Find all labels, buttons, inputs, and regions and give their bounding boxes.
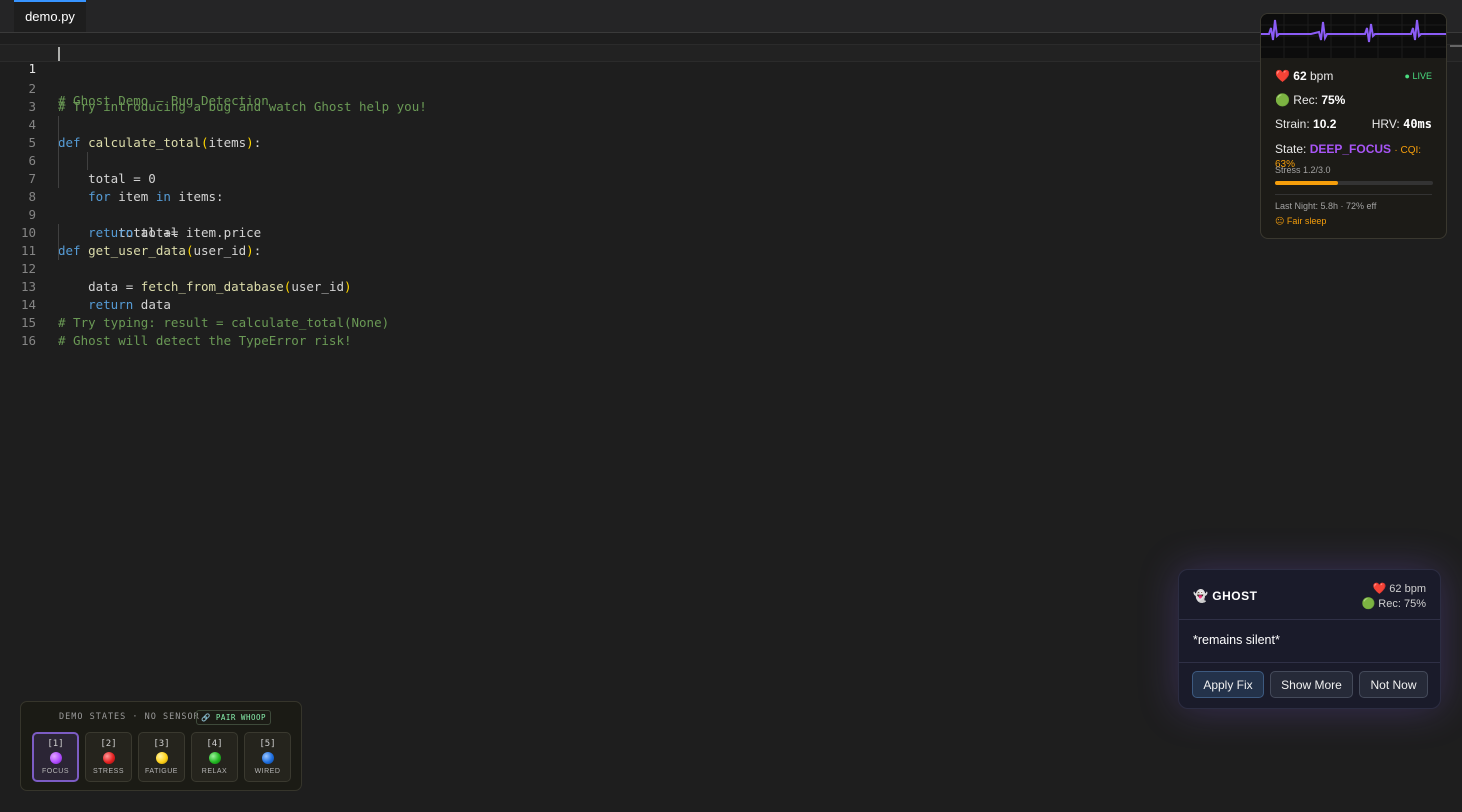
code-text: # Ghost will detect the TypeError risk!	[58, 333, 352, 348]
sleep-quality: Fair sleep	[1286, 216, 1327, 226]
code-line[interactable]: 6 for item in items:	[0, 134, 1462, 204]
state-key: [4]	[206, 739, 223, 749]
bpm-value: 62	[1293, 69, 1307, 83]
state-label: State:	[1275, 142, 1307, 156]
divider	[1179, 662, 1440, 663]
pair-whoop-button[interactable]: 🔗 PAIR WHOOP	[196, 710, 272, 725]
state-fatigue[interactable]: [3] FATIGUE	[138, 732, 185, 782]
green-circle-icon: 🟢	[1361, 598, 1376, 610]
strain-value: 10.2	[1313, 117, 1337, 131]
state-relax[interactable]: [4] RELAX	[191, 732, 238, 782]
indent-guide	[58, 134, 59, 152]
neutral-face-icon: 😐	[1275, 216, 1285, 226]
purple-dot-icon	[50, 752, 62, 764]
recovery-value: 75%	[1321, 93, 1346, 107]
last-night-text: Last Night: 5.8h · 72% eff	[1275, 201, 1377, 211]
state-label: FATIGUE	[145, 768, 178, 775]
code-line[interactable]: 10 def get_user_data(user_id):	[0, 206, 1462, 258]
blue-dot-icon	[262, 752, 274, 764]
state-label: STRESS	[92, 768, 124, 775]
ghost-bpm: 62 bpm	[1389, 583, 1426, 595]
ghost-icon: 👻	[1193, 589, 1209, 603]
code-line[interactable]: 16	[0, 314, 1462, 348]
code-line[interactable]: 15 # Ghost will detect the TypeError ris…	[0, 296, 1462, 348]
apply-fix-button[interactable]: Apply Fix	[1192, 671, 1264, 698]
state-wired[interactable]: [5] WIRED	[244, 732, 291, 782]
indent-guide	[58, 242, 59, 260]
link-icon: 🔗	[201, 713, 211, 722]
stress-bar-fill	[1275, 181, 1339, 185]
code-line[interactable]: 1 # Ghost Demo — Bug Detection	[0, 44, 1462, 108]
not-now-button[interactable]: Not Now	[1359, 671, 1428, 698]
biometrics-panel: ❤️ 62 bpm ● LIVE 🟢 Rec: 75% Strain: 10.2…	[1260, 13, 1447, 239]
green-circle-icon: 🟢	[1275, 93, 1290, 107]
state-key: [3]	[153, 739, 170, 749]
state-label: WIRED	[254, 768, 281, 775]
ghost-rec-row: 🟢 Rec: 75%	[1362, 597, 1426, 612]
code-line[interactable]: 4 def calculate_total(items):	[0, 98, 1462, 150]
ghost-title-row: 👻 GHOST	[1193, 589, 1257, 603]
code-line[interactable]: 14 # Try typing: result = calculate_tota…	[0, 278, 1462, 330]
ghost-rec: Rec: 75%	[1378, 598, 1426, 610]
state-label: FOCUS	[42, 768, 69, 775]
code-line[interactable]: 2 # Try introducing a bug and watch Ghos…	[0, 62, 1462, 114]
indent-guide	[58, 224, 59, 242]
strain-row: Strain: 10.2 HRV: 40ms	[1275, 117, 1432, 131]
indent-guide	[58, 152, 59, 170]
line-number: 16	[20, 333, 36, 348]
demo-header: DEMO STATES · NO SENSOR	[59, 712, 200, 722]
state-value: DEEP_FOCUS	[1309, 142, 1392, 156]
code-line[interactable]: 7 total += item.price	[0, 152, 1462, 240]
demo-states-panel: DEMO STATES · NO SENSOR 🔗 PAIR WHOOP [1]…	[20, 701, 302, 791]
divider	[1179, 619, 1440, 620]
recovery-row: 🟢 Rec: 75%	[1275, 93, 1432, 107]
state-key: [1]	[47, 739, 64, 749]
code-line[interactable]: 12 return data	[0, 242, 1462, 312]
indent-guide	[58, 116, 59, 134]
heart-icon: ❤️	[1275, 69, 1290, 83]
recovery-label: Rec:	[1293, 93, 1318, 107]
hrv-value: 40ms	[1403, 117, 1432, 131]
indent-guide	[58, 170, 59, 188]
code-line[interactable]: 13	[0, 260, 1462, 294]
code-line[interactable]: 3	[0, 80, 1462, 114]
sleep-quality-row: 😐 Fair sleep	[1275, 216, 1432, 227]
ghost-title: GHOST	[1212, 589, 1258, 603]
stress-text: Stress 1.2/3.0	[1275, 165, 1331, 175]
state-label: RELAX	[201, 768, 228, 775]
red-dot-icon	[103, 752, 115, 764]
divider	[1275, 194, 1432, 195]
code-editor[interactable]: 1 # Ghost Demo — Bug Detection 2 # Try i…	[0, 44, 1462, 348]
ghost-stats: ❤️ 62 bpm 🟢 Rec: 75%	[1362, 582, 1426, 612]
text-cursor	[58, 47, 60, 61]
heartbeat-waveform	[1261, 14, 1446, 58]
heart-icon: ❤️	[1372, 583, 1387, 595]
show-more-button[interactable]: Show More	[1270, 671, 1353, 698]
state-key: [2]	[100, 739, 117, 749]
tab-bar: demo.py	[0, 0, 1462, 33]
tab-demo-py[interactable]: demo.py	[14, 0, 86, 32]
hrv-group: HRV: 40ms	[1372, 117, 1432, 131]
state-stress[interactable]: [2] STRESS	[85, 732, 132, 782]
pair-whoop-label: PAIR WHOOP	[215, 713, 267, 722]
yellow-dot-icon	[156, 752, 168, 764]
code-line[interactable]: 9	[0, 188, 1462, 222]
code-line[interactable]: 5 total = 0	[0, 116, 1462, 186]
scrollbar-marker[interactable]	[1450, 45, 1462, 47]
code-line[interactable]: 11 data = fetch_from_database(user_id)	[0, 224, 1462, 294]
code-line[interactable]: 8 return total	[0, 170, 1462, 240]
stress-bar	[1275, 181, 1433, 185]
strain-label: Strain:	[1275, 117, 1310, 131]
bpm-unit: bpm	[1310, 69, 1334, 83]
state-key: [5]	[259, 739, 276, 749]
ghost-message: *remains silent*	[1193, 633, 1280, 647]
ghost-assistant-card: 👻 GHOST ❤️ 62 bpm 🟢 Rec: 75% *remains si…	[1178, 569, 1441, 709]
state-focus[interactable]: [1] FOCUS	[32, 732, 79, 782]
live-indicator: ● LIVE	[1404, 71, 1432, 81]
hrv-label: HRV:	[1371, 117, 1400, 131]
indent-guide	[87, 152, 88, 170]
ghost-bpm-row: ❤️ 62 bpm	[1362, 582, 1426, 597]
green-dot-icon	[209, 752, 221, 764]
heart-rate-row: ❤️ 62 bpm ● LIVE	[1275, 69, 1432, 83]
